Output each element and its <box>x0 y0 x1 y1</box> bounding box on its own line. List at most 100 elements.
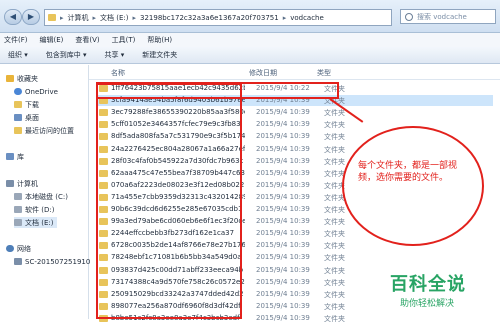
file-type: 文件夹 <box>324 302 345 311</box>
file-type: 文件夹 <box>324 242 345 251</box>
file-date: 2015/9/4 10:39 <box>256 180 310 189</box>
file-type: 文件夹 <box>324 290 345 299</box>
annotation-text: 每个文件夹，都是一部视频，选你需要的文件。 <box>358 161 458 183</box>
breadcrumb-computer[interactable]: 计算机 <box>68 13 89 23</box>
folder-icon <box>48 14 56 21</box>
file-type: 文件夹 <box>324 109 345 118</box>
cloud-icon <box>14 88 22 95</box>
file-date: 2015/9/4 10:39 <box>256 120 310 129</box>
menu-help[interactable]: 帮助(H) <box>147 35 172 45</box>
file-type: 文件夹 <box>324 121 345 130</box>
file-type: 文件夹 <box>324 133 345 142</box>
desktop-icon <box>14 114 22 121</box>
back-arrow-icon: ◀ <box>9 12 17 21</box>
computer-icon <box>6 180 14 187</box>
chevron-icon: ▸ <box>132 13 137 22</box>
file-date: 2015/9/4 10:39 <box>256 229 310 238</box>
annotation-box-names <box>96 83 242 319</box>
menu-file[interactable]: 文件(F) <box>4 35 28 45</box>
sidebar-favorites[interactable]: 收藏夹 <box>6 73 38 84</box>
organize-button[interactable]: 组织 ▾ <box>8 50 28 60</box>
sidebar-item-onedrive[interactable]: OneDrive <box>14 86 58 97</box>
chevron-icon: ▸ <box>282 13 287 22</box>
forward-button[interactable]: ▶ <box>22 9 40 25</box>
file-date: 2015/9/4 10:39 <box>256 156 310 165</box>
column-header-date[interactable]: 修改日期 <box>249 68 277 78</box>
file-date: 2015/9/4 10:39 <box>256 277 310 286</box>
breadcrumb-hash-folder[interactable]: 32198bc172c32a3a6e1367a20f703751 <box>140 14 279 22</box>
download-folder-icon <box>14 101 22 108</box>
sidebar-label: 库 <box>17 152 24 161</box>
menu-view[interactable]: 查看(V) <box>75 35 99 45</box>
sidebar-label: 本地磁盘 (C:) <box>25 192 68 201</box>
column-header-type[interactable]: 类型 <box>317 68 331 78</box>
file-type: 文件夹 <box>324 206 345 214</box>
chevron-icon: ▸ <box>92 13 97 22</box>
chevron-icon: ▸ <box>60 13 64 22</box>
annotation-circle <box>342 126 484 246</box>
drive-icon <box>14 193 22 200</box>
library-icon <box>6 153 14 160</box>
file-date: 2015/9/4 10:39 <box>256 217 310 226</box>
sidebar-library[interactable]: 库 <box>6 151 24 162</box>
sidebar-computer[interactable]: 计算机 <box>6 178 38 189</box>
sidebar-item-network-pc[interactable]: SC-201507251910 <box>14 256 90 267</box>
menu-tools[interactable]: 工具(T) <box>112 35 136 45</box>
sidebar-label: 下载 <box>25 100 39 109</box>
file-type: 文件夹 <box>324 254 345 263</box>
drive-icon <box>14 206 22 213</box>
column-header-name[interactable]: 名称 <box>111 68 125 78</box>
sidebar-item-drive-e[interactable]: 文档 (E:) <box>14 217 58 228</box>
network-icon <box>6 245 14 252</box>
sidebar-label: 计算机 <box>17 179 38 188</box>
address-bar-area: ◀ ▶ ▸ 计算机 ▸ 文档 (E:) ▸ 32198bc172c32a3a6e… <box>0 0 500 33</box>
sidebar-item-drive-c[interactable]: 本地磁盘 (C:) <box>14 191 68 202</box>
file-type: 文件夹 <box>324 145 345 154</box>
sidebar-label: 收藏夹 <box>17 74 38 83</box>
recent-places-icon <box>14 127 22 134</box>
file-date: 2015/9/4 10:39 <box>256 144 310 153</box>
breadcrumb-drive[interactable]: 文档 (E:) <box>100 13 128 23</box>
sidebar-label: 文档 (E:) <box>25 218 54 227</box>
address-bar[interactable]: ▸ 计算机 ▸ 文档 (E:) ▸ 32198bc172c32a3a6e1367… <box>44 9 392 26</box>
command-toolbar: 组织 ▾ 包含到库中 ▾ 共享 ▾ 新建文件夹 <box>0 47 500 64</box>
file-date: 2015/9/4 10:39 <box>256 205 310 213</box>
sidebar-item-recent[interactable]: 最近访问的位置 <box>14 125 74 136</box>
file-type: 文件夹 <box>324 230 345 239</box>
file-date: 2015/9/4 10:39 <box>256 192 310 201</box>
sidebar-label: OneDrive <box>25 87 58 96</box>
sidebar-label: SC-201507251910 <box>25 257 91 266</box>
sidebar-label: 最近访问的位置 <box>25 126 74 135</box>
sidebar-item-desktop[interactable]: 桌面 <box>14 112 39 123</box>
watermark-subtitle: 助你轻松解决 <box>400 299 455 309</box>
file-date: 2015/9/4 10:39 <box>256 168 310 177</box>
annotation-box-first-row <box>96 82 339 99</box>
file-type: 文件夹 <box>324 266 345 275</box>
file-date: 2015/9/4 10:39 <box>256 313 310 322</box>
file-date: 2015/9/4 10:39 <box>256 289 310 298</box>
sidebar-item-drive-d[interactable]: 软件 (D:) <box>14 204 54 215</box>
header-divider <box>89 79 500 80</box>
file-type: 文件夹 <box>324 218 345 227</box>
drive-icon <box>14 219 22 226</box>
new-folder-button[interactable]: 新建文件夹 <box>142 50 177 60</box>
menu-edit[interactable]: 编辑(E) <box>40 35 64 45</box>
file-date: 2015/9/4 10:39 <box>256 132 310 141</box>
sidebar-label: 网络 <box>17 244 31 253</box>
search-input[interactable]: 搜索 vodcache <box>400 9 496 24</box>
share-button[interactable]: 共享 ▾ <box>105 50 125 60</box>
file-date: 2015/9/4 10:39 <box>256 265 310 274</box>
file-type: 文件夹 <box>324 157 345 166</box>
file-date: 2015/9/4 10:39 <box>256 301 310 310</box>
file-date: 2015/9/4 10:39 <box>256 241 310 250</box>
sidebar-item-downloads[interactable]: 下载 <box>14 99 39 110</box>
search-placeholder: 搜索 vodcache <box>417 13 467 21</box>
include-in-library-button[interactable]: 包含到库中 ▾ <box>46 50 87 60</box>
search-icon <box>405 13 413 21</box>
back-button[interactable]: ◀ <box>4 9 22 25</box>
file-date: 2015/9/4 10:39 <box>256 108 310 117</box>
sidebar-network[interactable]: 网络 <box>6 243 31 254</box>
breadcrumb-vodcache[interactable]: vodcache <box>290 14 324 22</box>
file-type: 文件夹 <box>324 278 345 287</box>
menu-bar: 文件(F) 编辑(E) 查看(V) 工具(T) 帮助(H) <box>0 33 500 47</box>
